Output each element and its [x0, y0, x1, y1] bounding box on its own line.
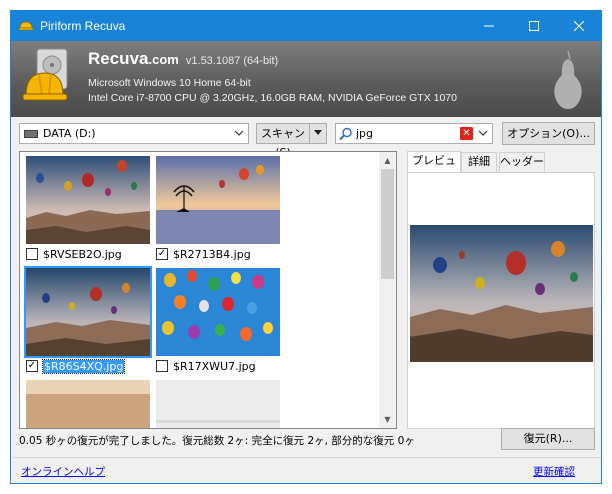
- brand: Recuva.com v1.53.1087 (64-bit): [88, 49, 278, 69]
- file-thumbnail-list[interactable]: $RVSEB2O.jpg ✓ $R2713B4.jpg ✓ $R86S4XQ.j…: [19, 151, 397, 429]
- thumbnail-image: [156, 268, 280, 356]
- file-checkbox[interactable]: ✓: [156, 248, 168, 260]
- maximize-button[interactable]: [511, 11, 556, 41]
- scan-button-label: スキャン(S): [257, 124, 310, 159]
- minimize-button[interactable]: [466, 11, 511, 41]
- file-name: $R2713B4.jpg: [173, 248, 251, 261]
- brand-name: Recuva: [88, 49, 149, 68]
- caret-down-icon: [314, 129, 322, 135]
- filename-filter[interactable]: ✕: [335, 123, 493, 144]
- file-checkbox[interactable]: ✓: [26, 360, 38, 372]
- close-icon: [573, 21, 584, 31]
- footer: オンラインヘルプ 更新確認: [11, 457, 601, 483]
- recover-button[interactable]: 復元(R)...: [501, 428, 595, 450]
- version-label: v1.53.1087 (64-bit): [185, 55, 279, 67]
- selection-frame: [24, 266, 152, 358]
- scrollbar-thumb[interactable]: [381, 169, 394, 279]
- thumbnail-image: [156, 156, 280, 244]
- drive-icon: [24, 129, 38, 138]
- maximize-icon: [528, 21, 539, 31]
- close-button[interactable]: [556, 11, 601, 41]
- chevron-down-icon[interactable]: [478, 127, 488, 139]
- window-title: Piriform Recuva: [40, 19, 126, 33]
- scan-dropdown[interactable]: [310, 129, 326, 139]
- options-button[interactable]: オプション(O)...: [502, 122, 595, 145]
- drive-select[interactable]: DATA (D:): [19, 123, 249, 144]
- tab-details[interactable]: 詳細: [461, 152, 497, 172]
- file-name: $R86S4XQ.jpg: [41, 359, 126, 374]
- thumbnail-image: [26, 156, 150, 244]
- os-info: Microsoft Windows 10 Home 64-bit: [88, 77, 251, 89]
- filter-input[interactable]: [356, 127, 456, 140]
- chevron-down-icon: [234, 130, 244, 136]
- recuva-window: Piriform Recuva Recuva.com v1.53.1087 (6…: [10, 10, 602, 484]
- app-header: Recuva.com v1.53.1087 (64-bit) Microsoft…: [11, 41, 601, 117]
- file-name: $R17XWU7.jpg: [173, 360, 256, 373]
- clear-filter-icon[interactable]: ✕: [460, 127, 473, 140]
- file-checkbox[interactable]: [156, 360, 168, 372]
- piriform-pear-icon: [554, 50, 582, 109]
- scan-button[interactable]: スキャン(S): [256, 123, 327, 159]
- recuva-app-icon: [19, 21, 33, 31]
- tab-preview[interactable]: プレビュー: [407, 151, 461, 185]
- thumbnail-image: [156, 380, 280, 428]
- recuva-hardhat-logo-icon: [23, 48, 68, 101]
- hardware-info: Intel Core i7-8700 CPU @ 3.20GHz, 16.0GB…: [88, 92, 457, 104]
- minimize-icon: [483, 25, 494, 27]
- check-updates-link[interactable]: 更新確認: [533, 464, 575, 479]
- thumbnail-image: [26, 380, 150, 428]
- search-icon: [339, 127, 352, 140]
- brand-tld: .com: [148, 52, 179, 67]
- file-name: $RVSEB2O.jpg: [43, 248, 122, 261]
- preview-image: [410, 225, 593, 362]
- scroll-up-icon[interactable]: ▲: [379, 152, 396, 169]
- tab-header[interactable]: ヘッダー: [499, 152, 545, 172]
- preview-panel: [407, 172, 595, 429]
- drive-value: DATA (D:): [43, 127, 96, 140]
- status-message: 0.05 秒ヶの復元が完了しました。復元総数 2ヶ: 完全に復元 2ヶ, 部分的…: [19, 435, 415, 447]
- vertical-scrollbar[interactable]: ▲ ▼: [379, 152, 396, 428]
- title-bar: Piriform Recuva: [11, 11, 601, 41]
- online-help-link[interactable]: オンラインヘルプ: [21, 464, 105, 479]
- file-checkbox[interactable]: [26, 248, 38, 260]
- scroll-down-icon[interactable]: ▼: [379, 411, 396, 428]
